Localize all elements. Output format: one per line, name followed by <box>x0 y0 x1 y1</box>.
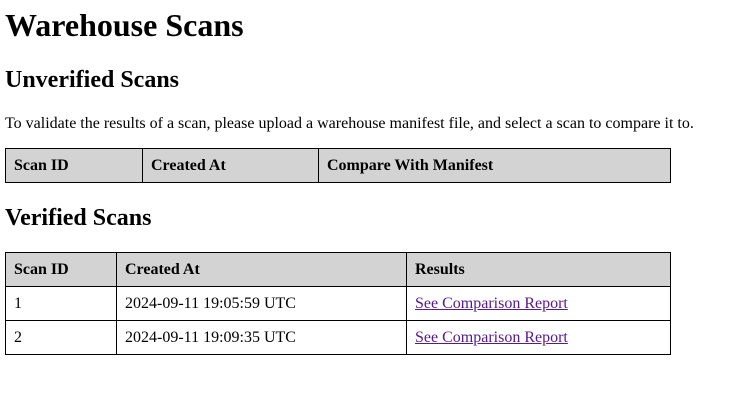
comparison-report-link[interactable]: See Comparison Report <box>415 295 568 312</box>
column-header-scan-id: Scan ID <box>5 148 143 183</box>
created-at-cell: 2024-09-11 19:05:59 UTC <box>116 286 407 321</box>
results-cell: See Comparison Report <box>406 320 671 355</box>
table-row: 2 2024-09-11 19:09:35 UTC See Comparison… <box>5 320 671 355</box>
verified-scans-table: Scan ID Created At Results 1 2024-09-11 … <box>5 252 671 355</box>
table-header-row: Scan ID Created At Compare With Manifest <box>5 148 671 183</box>
column-header-scan-id: Scan ID <box>5 252 117 287</box>
instructions-text: To validate the results of a scan, pleas… <box>5 115 694 132</box>
table-header-row: Scan ID Created At Results <box>5 252 671 287</box>
column-header-created-at: Created At <box>142 148 319 183</box>
unverified-scans-table: Scan ID Created At Compare With Manifest <box>5 148 671 183</box>
verified-scans-heading: Verified Scans <box>5 205 152 231</box>
created-at-cell: 2024-09-11 19:09:35 UTC <box>116 320 407 355</box>
unverified-scans-heading: Unverified Scans <box>5 67 179 93</box>
page-title: Warehouse Scans <box>5 7 244 43</box>
column-header-results: Results <box>406 252 671 287</box>
column-header-compare-with-manifest: Compare With Manifest <box>318 148 671 183</box>
comparison-report-link[interactable]: See Comparison Report <box>415 329 568 346</box>
scan-id-cell: 2 <box>5 320 117 355</box>
column-header-created-at: Created At <box>116 252 407 287</box>
results-cell: See Comparison Report <box>406 286 671 321</box>
table-row: 1 2024-09-11 19:05:59 UTC See Comparison… <box>5 286 671 321</box>
scan-id-cell: 1 <box>5 286 117 321</box>
